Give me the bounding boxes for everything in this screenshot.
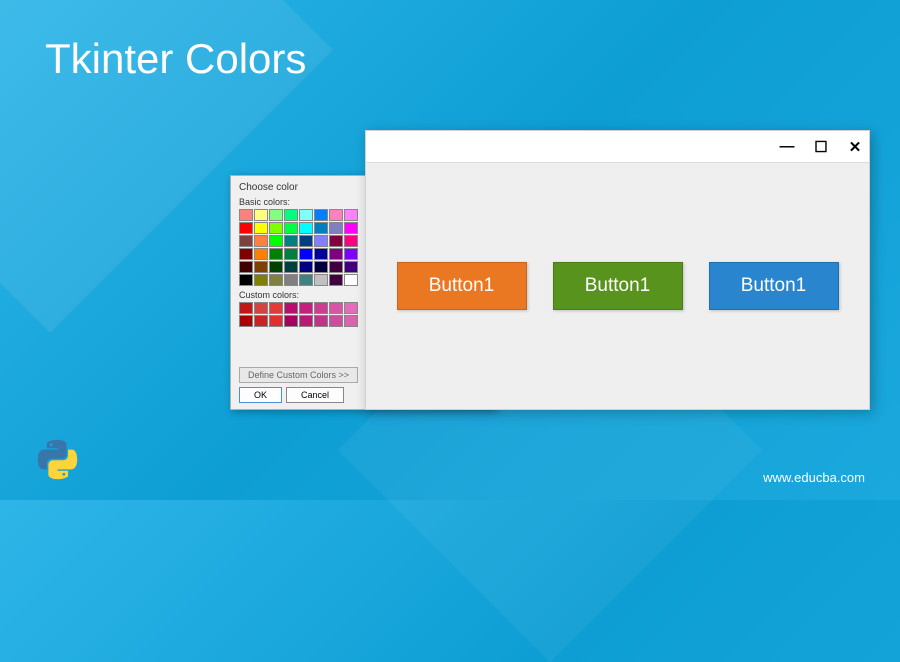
color-swatch[interactable] [239,235,253,247]
color-swatch[interactable] [329,222,343,234]
color-swatch[interactable] [254,209,268,221]
color-swatch[interactable] [329,248,343,260]
color-swatch[interactable] [314,209,328,221]
cancel-button[interactable]: Cancel [286,387,344,403]
color-swatch[interactable] [284,261,298,273]
color-swatch[interactable] [239,248,253,260]
color-swatch[interactable] [329,315,343,327]
color-swatch[interactable] [254,315,268,327]
color-swatch[interactable] [299,274,313,286]
color-swatch[interactable] [269,248,283,260]
color-swatch[interactable] [314,315,328,327]
color-swatch[interactable] [299,209,313,221]
close-icon[interactable]: ✕ [847,139,863,155]
color-swatch[interactable] [329,302,343,314]
ok-button[interactable]: OK [239,387,282,403]
button1-green[interactable]: Button1 [553,262,683,310]
python-logo-icon [35,437,80,482]
color-swatch[interactable] [344,209,358,221]
color-swatch[interactable] [284,222,298,234]
color-swatch[interactable] [314,222,328,234]
color-swatch[interactable] [344,274,358,286]
color-swatch[interactable] [299,235,313,247]
window-titlebar: — ☐ ✕ [366,131,869,163]
color-swatch[interactable] [269,222,283,234]
color-swatch[interactable] [329,235,343,247]
color-swatch[interactable] [299,248,313,260]
color-swatch[interactable] [299,261,313,273]
color-swatch[interactable] [284,209,298,221]
color-swatch[interactable] [284,235,298,247]
color-swatch[interactable] [269,274,283,286]
color-swatch[interactable] [344,235,358,247]
color-swatch[interactable] [329,261,343,273]
color-swatch[interactable] [239,302,253,314]
button1-orange[interactable]: Button1 [397,262,527,310]
color-swatch[interactable] [314,248,328,260]
color-swatch[interactable] [269,235,283,247]
website-url: www.educba.com [763,470,865,485]
color-swatch[interactable] [314,274,328,286]
color-swatch[interactable] [254,222,268,234]
color-swatch[interactable] [239,315,253,327]
color-swatch[interactable] [329,209,343,221]
color-swatch[interactable] [239,274,253,286]
window-body: Button1 Button1 Button1 [366,163,869,409]
color-swatch[interactable] [284,248,298,260]
color-swatch[interactable] [254,248,268,260]
color-swatch[interactable] [284,274,298,286]
color-swatch[interactable] [254,302,268,314]
color-swatch[interactable] [344,222,358,234]
color-swatch[interactable] [329,274,343,286]
minimize-icon[interactable]: — [779,139,795,155]
tkinter-main-window: — ☐ ✕ Button1 Button1 Button1 [365,130,870,410]
color-swatch[interactable] [284,302,298,314]
color-swatch[interactable] [239,209,253,221]
color-swatch[interactable] [344,261,358,273]
color-swatch[interactable] [269,209,283,221]
color-swatch[interactable] [284,315,298,327]
color-swatch[interactable] [314,302,328,314]
color-swatch[interactable] [344,302,358,314]
color-swatch[interactable] [254,274,268,286]
color-swatch[interactable] [254,261,268,273]
color-swatch[interactable] [299,315,313,327]
button1-blue[interactable]: Button1 [709,262,839,310]
maximize-icon[interactable]: ☐ [813,139,829,155]
color-swatch[interactable] [299,302,313,314]
color-swatch[interactable] [344,315,358,327]
define-custom-colors-button[interactable]: Define Custom Colors >> [239,367,358,383]
page-title: Tkinter Colors [45,35,306,83]
color-swatch[interactable] [314,261,328,273]
color-swatch[interactable] [269,261,283,273]
color-swatch[interactable] [299,222,313,234]
color-swatch[interactable] [254,235,268,247]
color-swatch[interactable] [344,248,358,260]
color-swatch[interactable] [314,235,328,247]
color-swatch[interactable] [269,302,283,314]
color-swatch[interactable] [239,222,253,234]
color-swatch[interactable] [269,315,283,327]
color-swatch[interactable] [239,261,253,273]
